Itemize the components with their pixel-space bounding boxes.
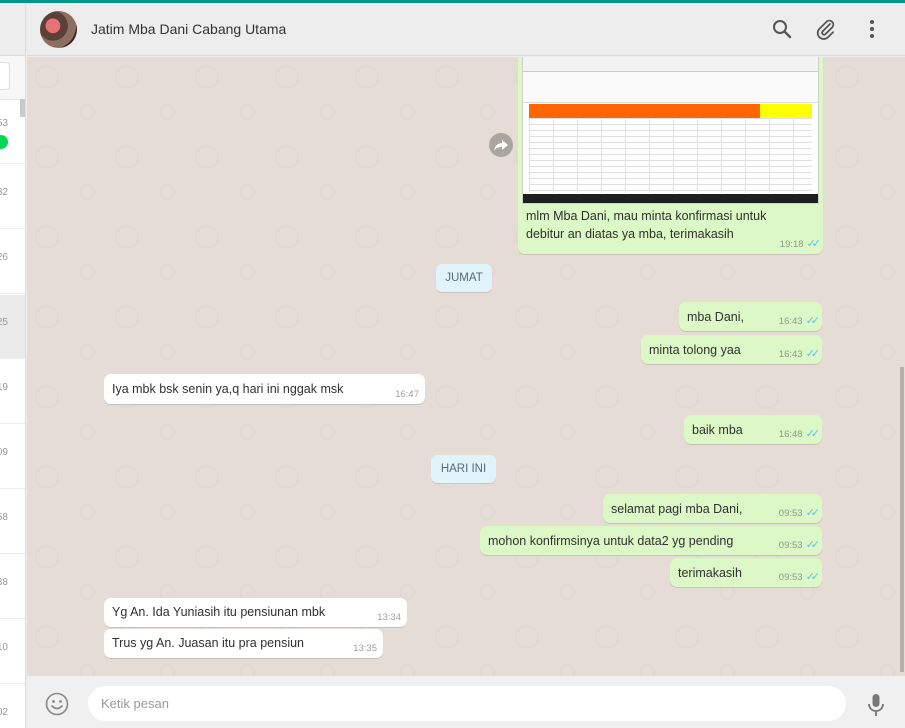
chat-list-time: 53 (0, 118, 8, 129)
image-message[interactable]: mlm Mba Dani, mau minta konfirmasi untuk… (518, 57, 823, 254)
message-time: 09:53 ✓✓ (778, 571, 821, 583)
message-time: 16:47 (395, 389, 419, 400)
message-text: mlm Mba Dani, mau minta konfirmasi untuk (526, 209, 767, 223)
message-text: Trus yg An. Juasan itu pra pensiun (112, 636, 305, 650)
message-text: Yg An. Ida Yuniasih itu pensiunan mbk (112, 605, 326, 619)
spreadsheet-image[interactable] (522, 57, 819, 204)
message-text: baik mba (692, 423, 743, 437)
outgoing-message[interactable]: baik mba 16:48 ✓✓ (684, 415, 822, 444)
message-input[interactable] (87, 685, 847, 722)
message-time: 13:34 (377, 612, 401, 623)
chat-list-time: 25 (0, 317, 8, 328)
message-time: 13:35 (353, 643, 377, 654)
message-text: mohon konfirmsinya untuk data2 yg pendin… (488, 534, 734, 548)
chat-list-time: 26 (0, 252, 8, 263)
message-time: 09:53 ✓✓ (778, 539, 821, 551)
message-pane: mlm Mba Dani, mau minta konfirmasi untuk… (27, 57, 899, 676)
attach-icon[interactable] (814, 17, 838, 41)
read-ticks-icon: ✓✓ (805, 507, 821, 519)
message-text: mba Dani, (687, 310, 744, 324)
incoming-message[interactable]: Yg An. Ida Yuniasih itu pensiunan mbk 13… (104, 598, 407, 627)
emoji-icon[interactable] (44, 691, 70, 717)
outgoing-message[interactable]: minta tolong yaa 16:43 ✓✓ (641, 335, 822, 364)
message-time: 16:43 ✓✓ (778, 348, 821, 360)
chat-list-item[interactable]: 02 (0, 685, 25, 728)
read-ticks-icon: ✓✓ (805, 571, 821, 583)
read-ticks-icon: ✓✓ (806, 238, 822, 250)
read-ticks-icon: ✓✓ (805, 539, 821, 551)
incoming-message[interactable]: Trus yg An. Juasan itu pra pensiun 13:35 (104, 629, 383, 658)
outgoing-message[interactable]: mba Dani, 16:43 ✓✓ (679, 302, 822, 331)
search-icon[interactable] (770, 17, 794, 41)
contact-name[interactable]: Jatim Mba Dani Cabang Utama (91, 21, 286, 37)
unread-badge (0, 135, 8, 149)
chat-list-sidebar: 53 32 26 25 19 09 58 38 10 02 (0, 3, 26, 728)
chat-list-time: 19 (0, 382, 8, 393)
date-divider: HARI INI (431, 455, 496, 483)
chat-list-item[interactable]: 10 (0, 620, 25, 684)
chat-list-item[interactable]: 58 (0, 490, 25, 554)
read-ticks-icon: ✓✓ (805, 428, 821, 440)
chat-list-time: 10 (0, 642, 8, 653)
chat-list-item[interactable]: 09 (0, 425, 25, 489)
chat-list-item[interactable]: 19 (0, 360, 25, 424)
message-time: 19:18 ✓✓ (779, 238, 822, 250)
read-ticks-icon: ✓✓ (805, 315, 821, 327)
chat-list-item[interactable]: 53 (0, 100, 25, 164)
sidebar-header (0, 3, 25, 56)
chat-list-item[interactable]: 32 (0, 165, 25, 229)
chat-header: Jatim Mba Dani Cabang Utama (27, 3, 905, 56)
date-divider: JUMAT (436, 264, 492, 292)
microphone-icon[interactable] (865, 692, 887, 718)
chat-list-time: 58 (0, 512, 8, 523)
contact-avatar[interactable] (40, 11, 77, 48)
forward-icon[interactable] (489, 133, 513, 157)
menu-icon[interactable] (860, 17, 884, 41)
chat-list-item[interactable]: 26 (0, 230, 25, 294)
chat-list-time: 32 (0, 187, 8, 198)
sidebar-search[interactable] (0, 56, 25, 100)
composer-bar (27, 676, 905, 728)
message-text: minta tolong yaa (649, 343, 741, 357)
chat-scrollbar[interactable] (899, 57, 905, 676)
chat-list-item-active[interactable]: 25 (0, 295, 25, 359)
message-time: 16:43 ✓✓ (778, 315, 821, 327)
message-text: selamat pagi mba Dani, (611, 502, 743, 516)
outgoing-message[interactable]: terimakasih 09:53 ✓✓ (670, 558, 822, 587)
read-ticks-icon: ✓✓ (805, 348, 821, 360)
outgoing-message[interactable]: mohon konfirmsinya untuk data2 yg pendin… (480, 526, 822, 555)
incoming-message[interactable]: Iya mbk bsk senin ya,q hari ini nggak ms… (104, 374, 425, 404)
message-text: Iya mbk bsk senin ya,q hari ini nggak ms… (112, 382, 344, 396)
chat-list-time: 38 (0, 577, 8, 588)
chat-list-time: 09 (0, 447, 8, 458)
message-text: debitur an diatas ya mba, terimakasih (526, 227, 734, 241)
message-time: 09:53 ✓✓ (778, 507, 821, 519)
outgoing-message[interactable]: selamat pagi mba Dani, 09:53 ✓✓ (603, 494, 822, 523)
chat-list-item[interactable]: 38 (0, 555, 25, 619)
message-time: 16:48 ✓✓ (778, 428, 821, 440)
chat-list-time: 02 (0, 707, 8, 718)
message-text: terimakasih (678, 566, 742, 580)
